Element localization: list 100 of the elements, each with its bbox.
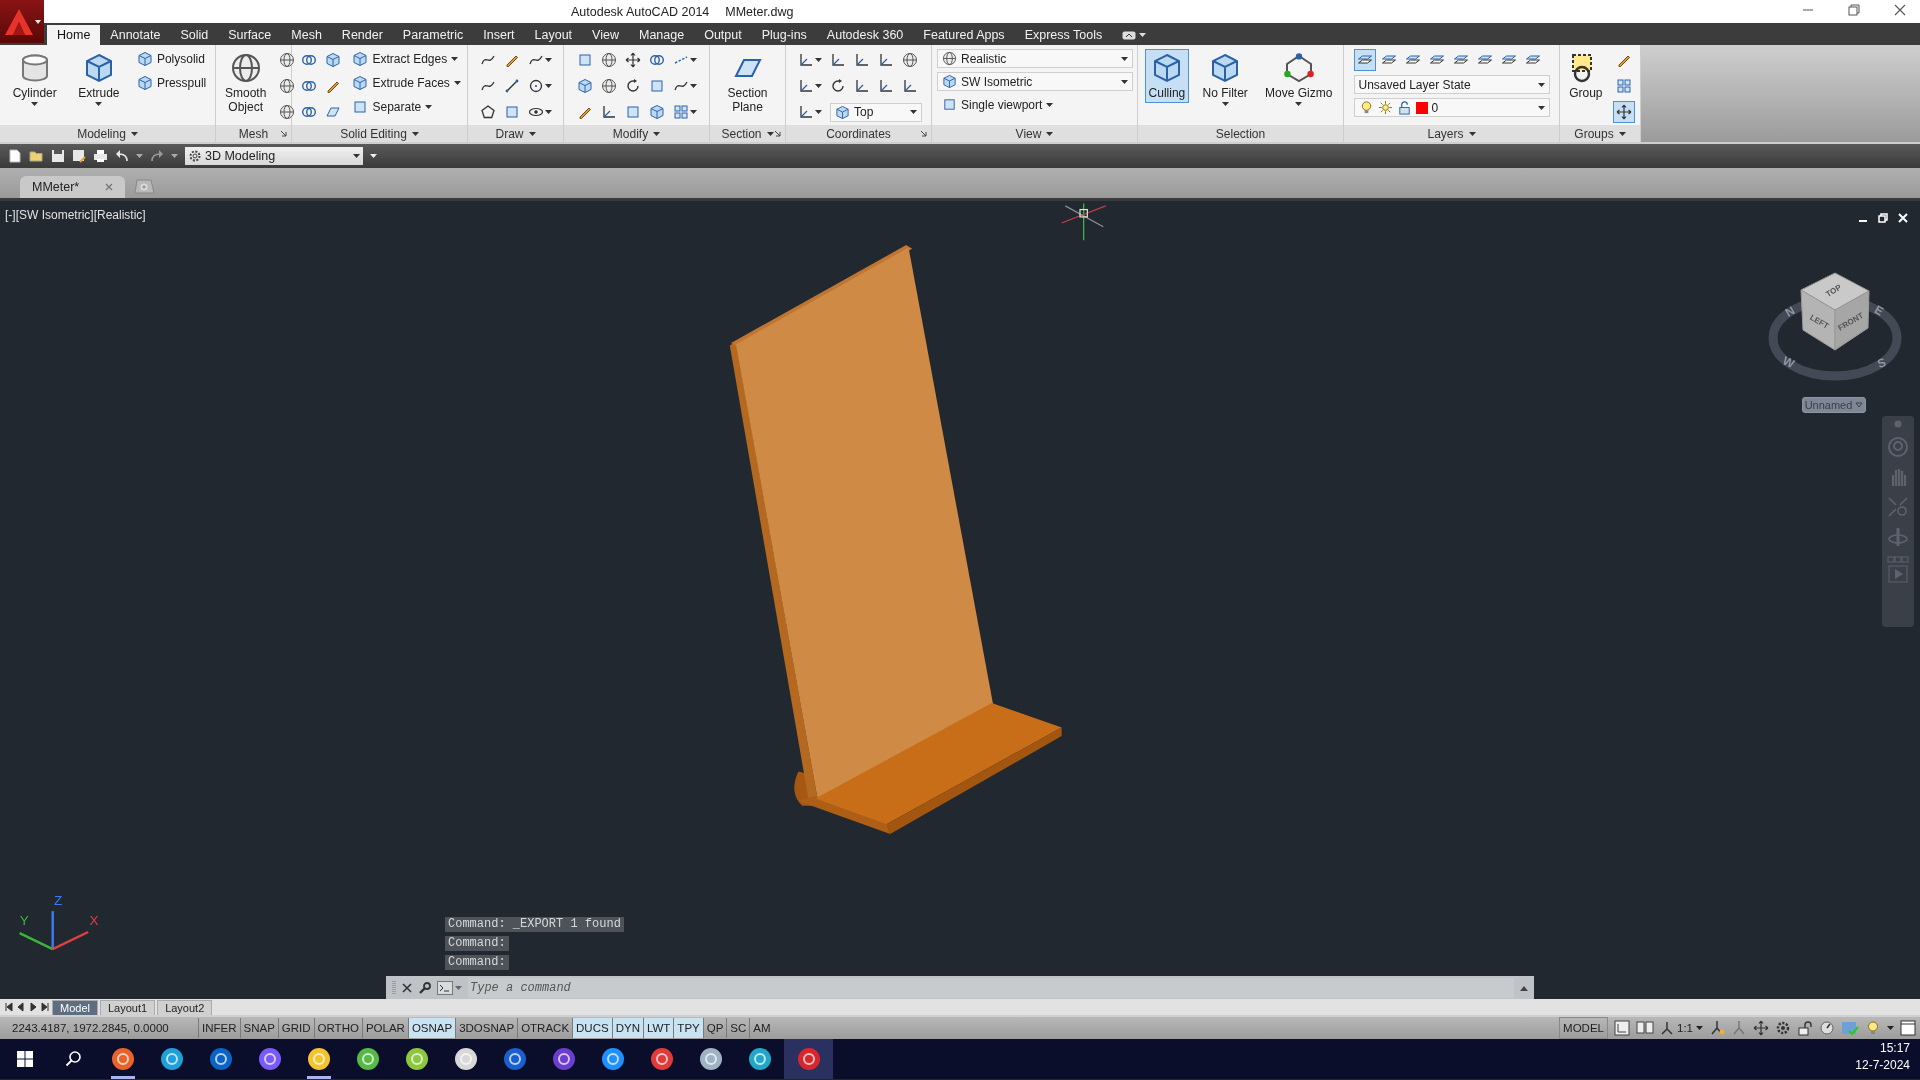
ribbon-button[interactable]: Cylinder [8,49,61,109]
dropdown-field[interactable]: Realistic [937,49,1133,68]
panel-title[interactable]: Section [721,126,762,141]
viewport-control[interactable]: [-] [5,208,16,222]
viewport-control[interactable]: [Realistic] [93,208,146,222]
app-icon[interactable] [796,1047,821,1071]
ribbon-tab[interactable]: Annotate [100,25,171,45]
new-file-icon[interactable] [8,149,22,163]
prompt-icon[interactable] [437,981,453,995]
caret-icon[interactable] [353,154,360,158]
ribbon-button[interactable]: Section Plane [723,49,772,117]
close-icon[interactable] [1894,4,1906,16]
ribbon-tab[interactable]: Render [331,25,393,45]
status-toggle[interactable]: DYN [611,1018,643,1038]
status-toggle[interactable]: SC [726,1018,750,1038]
status-toggle[interactable]: LWT [642,1018,674,1038]
caret-icon[interactable] [689,84,697,88]
status-toggle[interactable]: DUCS [572,1018,612,1038]
caret-icon[interactable] [1537,82,1545,87]
file-tab[interactable]: MMeter* [20,176,126,198]
dialog-launcher-icon[interactable] [280,130,287,137]
status-toggle[interactable]: AM [749,1018,774,1038]
caret-icon[interactable] [815,110,822,114]
dialog-launcher-icon[interactable] [774,130,781,137]
annotation-visibility-icon[interactable] [1709,1020,1725,1036]
app-icon[interactable] [257,1047,282,1071]
layer-dropdown[interactable]: 0 [1353,98,1550,117]
ribbon-tab[interactable]: Output [694,25,752,45]
last-page-icon[interactable] [40,1002,50,1012]
panel-title[interactable]: Coordinates [826,126,891,141]
caret-icon[interactable] [1121,79,1128,84]
caret-icon[interactable] [1121,56,1128,61]
dropdown-field[interactable]: SW Isometric [937,72,1133,91]
ribbon-button[interactable]: Polysolid [136,49,207,69]
panel-title[interactable]: Solid Editing [340,126,407,141]
panel-title[interactable]: Mesh [238,126,269,141]
status-toggle[interactable]: POLAR [361,1018,408,1038]
caret-icon[interactable] [1046,102,1054,107]
expand-icon[interactable] [1520,985,1528,991]
panel-title[interactable]: View [1015,126,1042,141]
ribbon-tab[interactable]: Manage [628,25,695,45]
caret-icon[interactable] [1046,131,1054,136]
status-toggle[interactable]: ORTHO [313,1018,362,1038]
app-icon[interactable] [600,1047,625,1071]
caret-icon[interactable] [689,58,697,62]
status-toggle[interactable]: GRID [277,1018,314,1038]
caret-icon[interactable] [910,110,917,114]
app-icon[interactable] [159,1047,184,1071]
panel-title[interactable]: Selection [1215,126,1266,141]
status-toggle[interactable]: SNAP [239,1018,278,1038]
space-toggle[interactable]: MODEL [1559,1017,1608,1039]
caret-icon[interactable] [1887,1026,1894,1030]
caret-icon[interactable] [1537,105,1545,110]
caret-icon[interactable] [1618,131,1626,136]
caret-icon[interactable] [544,58,552,62]
caret-icon[interactable] [689,110,697,114]
status-toggle[interactable]: 3DOSNAP [455,1018,518,1038]
status-toggle[interactable]: OSNAP [407,1018,456,1038]
app-icon[interactable] [355,1047,380,1071]
clean-screen-icon[interactable] [1900,1020,1916,1036]
sheet-tab[interactable]: Layout1 [99,999,156,1015]
workspace-dropdown[interactable]: 3D Modeling [185,147,363,165]
caret-icon[interactable] [815,84,822,88]
caret-icon[interactable] [815,58,822,62]
ribbon-tab[interactable]: Featured Apps [913,25,1015,45]
annotation-scale[interactable]: 1:1 [1660,1021,1703,1035]
clock-date[interactable]: 12-7-2024 [1855,1058,1910,1072]
dropdown-field[interactable]: Unsaved Layer State [1353,75,1550,94]
layout-view-icon[interactable] [1636,1020,1654,1036]
wrench-icon[interactable] [418,981,431,995]
caret-icon[interactable] [130,131,138,136]
app-icon[interactable] [453,1047,478,1071]
caret-icon[interactable] [1468,131,1476,136]
caret-icon[interactable] [370,154,377,158]
caret-icon[interactable] [453,81,461,85]
viewport-control[interactable]: [SW Isometric] [15,208,94,222]
caret-icon[interactable] [528,131,536,136]
panel-title[interactable]: Draw [495,126,524,141]
app-icon[interactable] [551,1047,576,1071]
gear-icon[interactable] [1775,1020,1791,1036]
printer-icon[interactable] [93,149,108,163]
app-icon[interactable] [404,1047,429,1071]
caret-icon[interactable] [1295,102,1303,106]
app-icon[interactable] [208,1047,233,1071]
caret-icon[interactable] [1696,1026,1703,1030]
redo-icon[interactable] [150,149,164,163]
status-toggle[interactable]: TPY [673,1018,703,1038]
caret-icon[interactable] [544,110,552,114]
save-icon[interactable] [51,149,65,163]
folder-icon[interactable] [29,149,44,163]
caret-icon[interactable] [95,102,103,106]
ribbon-tab[interactable]: Autodesk 360 [816,25,914,45]
ribbon-button[interactable]: Group [1565,49,1607,103]
ribbon-button[interactable]: Extrude [74,49,124,109]
ribbon-button[interactable]: Separate [352,97,461,117]
model-view-icon[interactable] [1614,1020,1630,1036]
first-page-icon[interactable] [4,1002,14,1012]
panel-title[interactable]: Modify [612,126,649,141]
ribbon-tab[interactable]: Surface [218,25,282,45]
ribbon-button[interactable]: Smooth Object [221,49,271,117]
